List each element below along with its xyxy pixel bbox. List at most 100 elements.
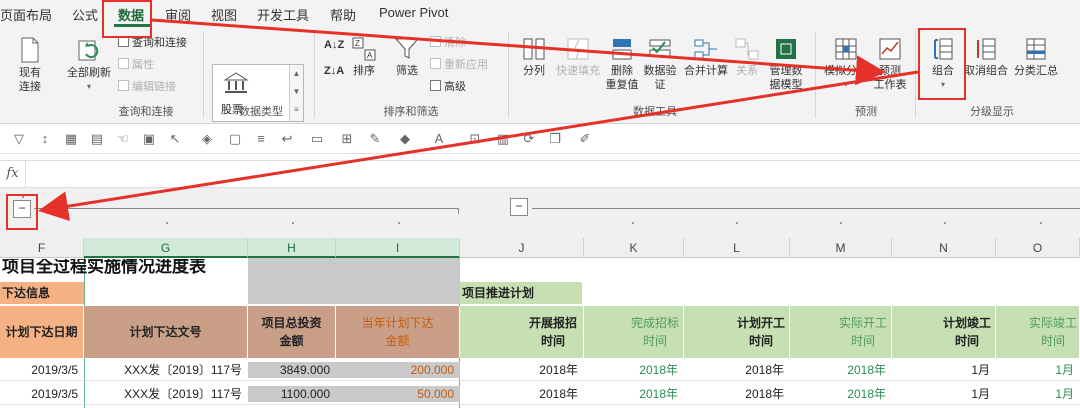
header-actual-finish[interactable]: 实际竣工 时间 — [996, 306, 1080, 358]
properties-button[interactable]: 属性 — [118, 58, 154, 73]
queries-connections-button[interactable]: 查询和连接 — [118, 36, 187, 51]
font-color-quick-icon[interactable]: A — [430, 130, 448, 148]
table2-quick-icon[interactable]: ▤ — [88, 130, 106, 148]
cell-plan-date[interactable]: 2019/3/5 — [0, 362, 84, 378]
cell-bid-complete[interactable]: 2018年 — [584, 362, 684, 378]
format-quick-icon[interactable]: ▥ — [494, 130, 512, 148]
tab-review[interactable]: 审阅 — [165, 5, 191, 24]
shapes-quick-icon[interactable]: ◈ — [198, 130, 216, 148]
relationships-button[interactable]: 关系 — [732, 36, 762, 78]
cell-bid-complete[interactable]: 2018年 — [584, 386, 684, 402]
cell-plan-finish[interactable]: 1月 — [892, 362, 996, 378]
flash-fill-button[interactable]: 快速填充 — [554, 36, 602, 78]
cell-plan-date[interactable]: 2019/3/5 — [0, 386, 84, 402]
collapse-group-button-2[interactable]: − — [510, 198, 528, 216]
tab-formulas[interactable]: 公式 — [72, 5, 98, 24]
header-total-investment[interactable]: 项目总投资 金额 — [248, 306, 336, 358]
text-box-quick-icon[interactable]: ▭ — [308, 130, 326, 148]
column-header-l[interactable]: L — [684, 238, 790, 258]
cursor-quick-icon[interactable]: ↖ — [166, 130, 184, 148]
column-header-i[interactable]: I — [336, 238, 460, 258]
cell-bid-start[interactable]: 2018年 — [460, 362, 584, 378]
grid-quick-icon[interactable]: ⊞ — [338, 130, 356, 148]
cell-bid-start[interactable]: 2018年 — [460, 386, 584, 402]
cell-annual-amount[interactable]: 200.000 — [336, 362, 460, 378]
header-plan-start[interactable]: 计划开工 时间 — [684, 306, 790, 358]
box-quick-icon[interactable]: ▢ — [226, 130, 244, 148]
column-header-f[interactable]: F — [0, 238, 84, 258]
header-annual-amount[interactable]: 当年计划下达 金额 — [336, 306, 460, 358]
cell-doc-no[interactable]: XXX发〔2019〕117号 — [84, 362, 248, 378]
formula-input[interactable] — [30, 165, 1070, 183]
brush-quick-icon[interactable]: ✐ — [576, 130, 594, 148]
reapply-button[interactable]: 重新应用 — [430, 58, 488, 73]
borders-quick-icon[interactable]: ▣ — [140, 130, 158, 148]
cell-actual-start[interactable]: 2018年 — [790, 386, 892, 402]
filter-quick-icon[interactable]: ▽ — [10, 130, 28, 148]
edit-links-button[interactable]: 编辑链接 — [118, 80, 176, 95]
header-plan-date[interactable]: 计划下达日期 — [0, 306, 84, 358]
ungroup-button[interactable]: 取消组合 — [962, 36, 1010, 78]
filter-button[interactable]: 筛选 — [392, 36, 422, 78]
pen-quick-icon[interactable]: ✎ — [366, 130, 384, 148]
sheet-title[interactable]: 项目全过程实施情况进度表 — [2, 259, 206, 275]
tab-developer[interactable]: 开发工具 — [257, 5, 309, 24]
tab-data[interactable]: 数据 — [118, 5, 144, 24]
cell-plan-start[interactable]: 2018年 — [684, 386, 790, 402]
existing-connections-button[interactable]: 现有 连接 — [14, 36, 46, 94]
tab-help[interactable]: 帮助 — [330, 5, 356, 24]
text-to-columns-button[interactable]: 分列 — [516, 36, 552, 78]
column-header-h[interactable]: H — [248, 238, 336, 258]
remove-duplicates-button[interactable]: 删除 重复值 — [604, 36, 640, 92]
tab-power-pivot[interactable]: Power Pivot — [379, 5, 448, 20]
what-if-analysis-button[interactable]: 模拟分析 ▾ — [822, 36, 870, 92]
cell-actual-finish[interactable]: 1月 — [996, 386, 1080, 402]
column-header-m[interactable]: M — [790, 238, 892, 258]
section-progress-plan[interactable]: 项目推进计划 — [460, 282, 582, 304]
column-header-o[interactable]: O — [996, 238, 1080, 258]
column-header-k[interactable]: K — [584, 238, 684, 258]
table-quick-icon[interactable]: ▦ — [62, 130, 80, 148]
sort-descending-button[interactable]: Z↓A — [324, 64, 344, 79]
collapse-group-button[interactable]: − — [13, 200, 31, 218]
header-bid-start[interactable]: 开展报招 时间 — [460, 306, 584, 358]
column-header-g[interactable]: G — [84, 238, 248, 258]
rotate-quick-icon[interactable]: ⟳ — [520, 130, 538, 148]
header-bid-complete[interactable]: 完成招标 时间 — [584, 306, 684, 358]
sort-button[interactable]: ZA 排序 — [350, 36, 378, 78]
align-quick-icon[interactable]: ≡ — [252, 130, 270, 148]
column-header-n[interactable]: N — [892, 238, 996, 258]
tab-page-layout[interactable]: 页面布局 — [0, 5, 52, 24]
clear-button[interactable]: 清除 — [430, 36, 466, 51]
crop-quick-icon[interactable]: ⊡ — [466, 130, 484, 148]
header-plan-finish[interactable]: 计划竣工 时间 — [892, 306, 996, 358]
sort-ascending-button[interactable]: A↓Z — [324, 38, 344, 53]
tab-view[interactable]: 视图 — [211, 5, 237, 24]
cell-total-investment[interactable]: 1100.000 — [248, 386, 336, 402]
cell-actual-finish[interactable]: 1月 — [996, 362, 1080, 378]
insert-function-button[interactable]: fx — [0, 161, 26, 187]
consolidate-button[interactable]: 合并计算 — [682, 36, 730, 78]
section-issue-info[interactable]: 下达信息 — [0, 282, 84, 304]
column-header-j[interactable]: J — [460, 238, 584, 258]
cell-doc-no[interactable]: XXX发〔2019〕117号 — [84, 386, 248, 402]
wrap-quick-icon[interactable]: ↩ — [278, 130, 296, 148]
duplicate-quick-icon[interactable]: ❐ — [546, 130, 564, 148]
header-actual-start[interactable]: 实际开工 时间 — [790, 306, 892, 358]
cell-total-investment[interactable]: 3849.000 — [248, 362, 336, 378]
data-validation-button[interactable]: 数据验 证 — [640, 36, 680, 92]
cell-annual-amount[interactable]: 50.000 — [336, 386, 460, 402]
manage-data-model-button[interactable]: 管理数 据模型 — [764, 36, 808, 92]
hand-quick-icon[interactable]: ☜ — [114, 130, 132, 148]
header-plan-doc-no[interactable]: 计划下达文号 — [84, 306, 248, 358]
advanced-filter-button[interactable]: 高级 — [430, 80, 466, 95]
forecast-sheet-button[interactable]: 预测 工作表 — [870, 36, 910, 92]
refresh-all-button[interactable]: 全部刷新 ▾ — [66, 36, 112, 94]
group-button[interactable]: 组合 ▾ — [924, 36, 962, 92]
fill-color-quick-icon[interactable]: ◆ — [396, 130, 414, 148]
cell-plan-finish[interactable]: 1月 — [892, 386, 996, 402]
cell-plan-start[interactable]: 2018年 — [684, 362, 790, 378]
subtotal-button[interactable]: 分类汇总 — [1012, 36, 1060, 78]
sort-quick-icon[interactable]: ↕ — [36, 130, 54, 148]
cell-actual-start[interactable]: 2018年 — [790, 362, 892, 378]
